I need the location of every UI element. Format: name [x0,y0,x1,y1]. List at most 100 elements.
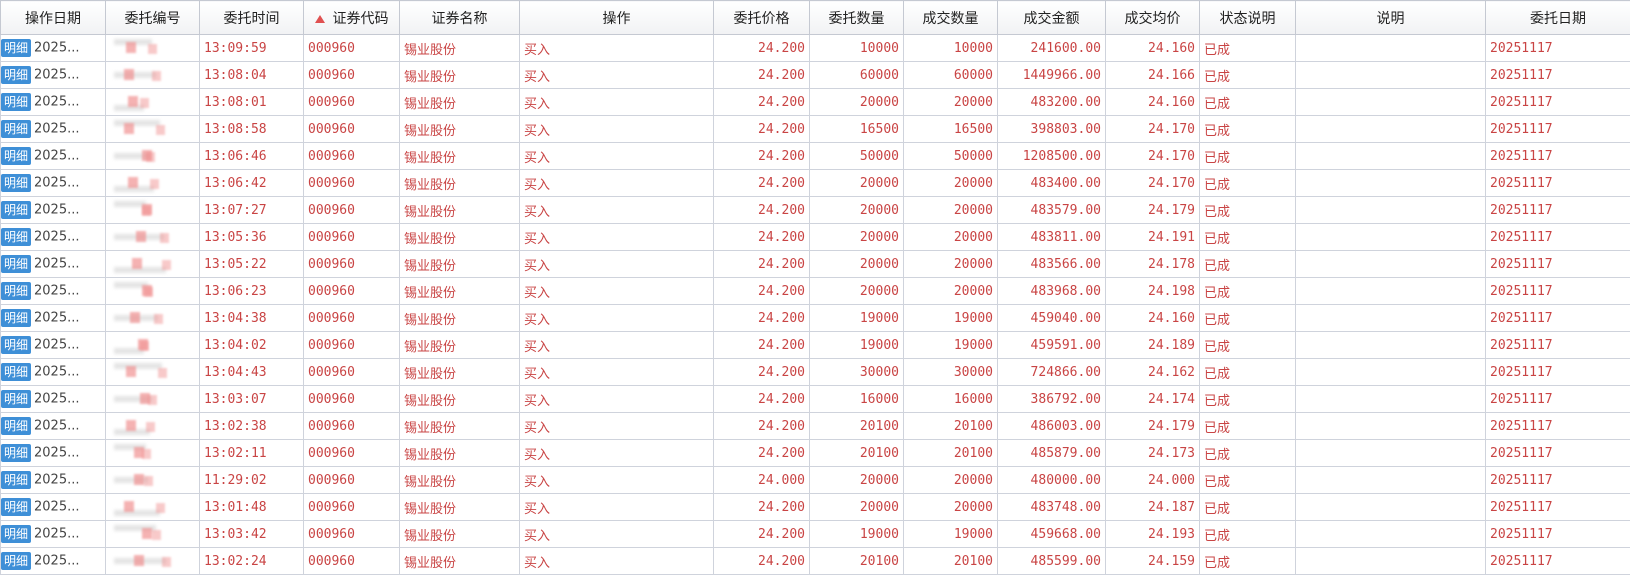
order-time-cell: 13:05:22 [199,250,304,278]
col-order-price-header[interactable]: 委托价格 [713,0,810,35]
order-date-cell: 20251117 [1485,115,1630,143]
table-row[interactable]: 明细 2025... 13:03:07 000960 锡业股份 买入 24.200 16000… [0,385,1630,413]
detail-button[interactable]: 明细 [1,174,32,192]
col-status-header[interactable]: 状态说明 [1199,0,1296,35]
security-name-cell: 锡业股份 [399,250,520,278]
col-security-name-header[interactable]: 证券名称 [399,0,520,35]
security-code-cell: 000960 [303,115,400,143]
col-order-date-header[interactable]: 委托日期 [1485,0,1630,35]
security-code-cell: 000960 [303,547,400,575]
order-price-cell: 24.200 [713,115,810,143]
detail-button[interactable]: 明细 [1,471,32,489]
op-date-text: 2025... [34,364,80,380]
table-row[interactable]: 明细 2025... 13:06:42 000960 锡业股份 买入 24.200 20000… [0,169,1630,197]
order-price-cell: 24.200 [713,196,810,224]
order-date-cell: 20251117 [1485,331,1630,359]
table-row[interactable]: 明细 2025... 13:05:22 000960 锡业股份 买入 24.200 20000… [0,250,1630,278]
detail-button[interactable]: 明细 [1,390,32,408]
filled-qty-cell: 20000 [903,169,998,197]
filled-qty-cell: 19000 [903,520,998,548]
order-id-cell-redacted [105,358,200,386]
col-op-date-header[interactable]: 操作日期 [0,0,106,35]
detail-button[interactable]: 明细 [1,201,32,219]
security-name-cell: 锡业股份 [399,304,520,332]
table-row[interactable]: 明细 2025... 13:08:01 000960 锡业股份 买入 24.200 20000… [0,88,1630,116]
detail-button[interactable]: 明细 [1,363,32,381]
avg-price-cell: 24.173 [1105,439,1200,467]
security-code-cell: 000960 [303,250,400,278]
col-note-header[interactable]: 说明 [1295,0,1486,35]
avg-price-cell: 24.160 [1105,304,1200,332]
detail-button[interactable]: 明细 [1,39,32,57]
order-id-cell-redacted [105,385,200,413]
detail-button[interactable]: 明细 [1,552,32,570]
col-order-qty-header[interactable]: 委托数量 [809,0,904,35]
note-cell [1295,358,1486,386]
avg-price-cell: 24.174 [1105,385,1200,413]
status-cell: 已成 [1199,304,1296,332]
detail-button[interactable]: 明细 [1,255,32,273]
filled-qty-cell: 60000 [903,61,998,89]
detail-button[interactable]: 明细 [1,93,32,111]
order-date-cell: 20251117 [1485,88,1630,116]
col-filled-amount-header[interactable]: 成交金额 [997,0,1106,35]
table-row[interactable]: 明细 2025... 13:09:59 000960 锡业股份 买入 24.200 10000… [0,34,1630,62]
detail-button[interactable]: 明细 [1,525,32,543]
detail-button[interactable]: 明细 [1,147,32,165]
order-id-cell-redacted [105,196,200,224]
action-cell: 买入 [519,385,714,413]
table-row[interactable]: 明细 2025... 13:04:02 000960 锡业股份 买入 24.200 19000… [0,331,1630,359]
security-name-cell: 锡业股份 [399,223,520,251]
table-row[interactable]: 明细 2025... 13:07:27 000960 锡业股份 买入 24.200 20000… [0,196,1630,224]
detail-button[interactable]: 明细 [1,336,32,354]
table-row[interactable]: 明细 2025... 13:06:46 000960 锡业股份 买入 24.200 50000… [0,142,1630,170]
order-qty-cell: 50000 [809,142,904,170]
security-name-cell: 锡业股份 [399,169,520,197]
avg-price-cell: 24.191 [1105,223,1200,251]
avg-price-cell: 24.170 [1105,169,1200,197]
table-row[interactable]: 明细 2025... 13:01:48 000960 锡业股份 买入 24.200 20000… [0,493,1630,521]
col-order-id-header[interactable]: 委托编号 [105,0,200,35]
note-cell [1295,61,1486,89]
filled-amount-cell: 483200.00 [997,88,1106,116]
order-time-cell: 13:06:46 [199,142,304,170]
table-row[interactable]: 明细 2025... 11:29:02 000960 锡业股份 买入 24.000 20000… [0,466,1630,494]
detail-button[interactable]: 明细 [1,120,32,138]
table-row[interactable]: 明细 2025... 13:04:43 000960 锡业股份 买入 24.200 30000… [0,358,1630,386]
detail-button[interactable]: 明细 [1,417,32,435]
order-time-cell: 13:06:42 [199,169,304,197]
table-row[interactable]: 明细 2025... 13:05:36 000960 锡业股份 买入 24.200 20000… [0,223,1630,251]
table-row[interactable]: 明细 2025... 13:02:24 000960 锡业股份 买入 24.200 20100… [0,547,1630,575]
order-date-cell: 20251117 [1485,61,1630,89]
table-row[interactable]: 明细 2025... 13:04:38 000960 锡业股份 买入 24.200 19000… [0,304,1630,332]
col-action-header[interactable]: 操作 [519,0,714,35]
detail-button[interactable]: 明细 [1,66,32,84]
table-row[interactable]: 明细 2025... 13:08:04 000960 锡业股份 买入 24.200 60000… [0,61,1630,89]
op-date-text: 2025... [34,67,80,83]
col-security-code-header[interactable]: 证券代码 [303,0,400,35]
header-label: 委托日期 [1530,10,1586,27]
detail-button[interactable]: 明细 [1,228,32,246]
detail-button[interactable]: 明细 [1,444,32,462]
col-order-time-header[interactable]: 委托时间 [199,0,304,35]
table-row[interactable]: 明细 2025... 13:02:38 000960 锡业股份 买入 24.200 20100… [0,412,1630,440]
detail-button[interactable]: 明细 [1,282,32,300]
security-code-cell: 000960 [303,520,400,548]
col-filled-qty-header[interactable]: 成交数量 [903,0,998,35]
table-row[interactable]: 明细 2025... 13:03:42 000960 锡业股份 买入 24.200 19000… [0,520,1630,548]
order-price-cell: 24.200 [713,34,810,62]
note-cell [1295,520,1486,548]
table-row[interactable]: 明细 2025... 13:02:11 000960 锡业股份 买入 24.200 20100… [0,439,1630,467]
order-time-cell: 13:03:42 [199,520,304,548]
detail-button[interactable]: 明细 [1,498,32,516]
order-qty-cell: 16000 [809,385,904,413]
security-name-cell: 锡业股份 [399,88,520,116]
table-row[interactable]: 明细 2025... 13:06:23 000960 锡业股份 买入 24.200 20000… [0,277,1630,305]
detail-button[interactable]: 明细 [1,309,32,327]
order-time-cell: 13:02:38 [199,412,304,440]
status-cell: 已成 [1199,223,1296,251]
op-date-cell: 明细 2025... [0,277,106,305]
order-time-cell: 13:05:36 [199,223,304,251]
table-row[interactable]: 明细 2025... 13:08:58 000960 锡业股份 买入 24.200 16500… [0,115,1630,143]
col-avg-price-header[interactable]: 成交均价 [1105,0,1200,35]
